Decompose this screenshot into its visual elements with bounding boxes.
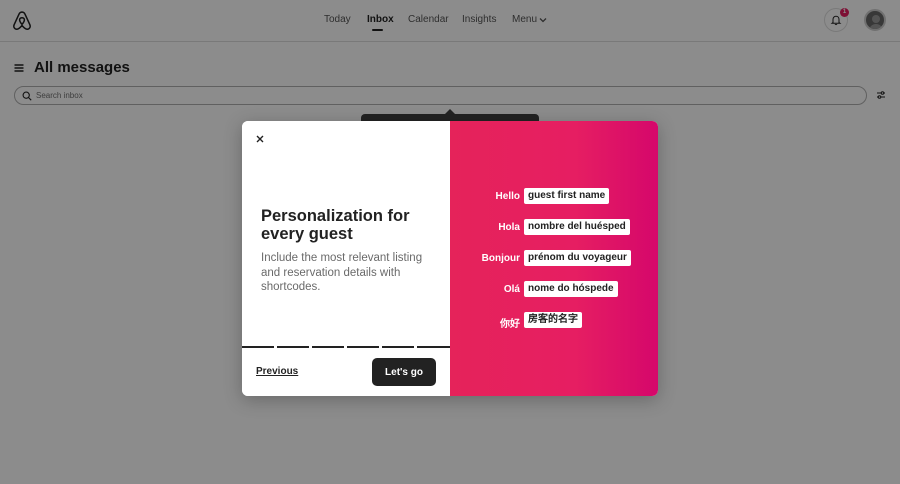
progress-segment [242, 346, 274, 348]
shortcode-chip: prénom du voyageur [524, 250, 631, 266]
shortcode-examples-panel: Hello guest first name Hola nombre del h… [450, 121, 658, 396]
greeting-label: Hello [495, 191, 520, 202]
previous-button[interactable]: Previous [256, 366, 298, 377]
lets-go-button[interactable]: Let's go [372, 358, 436, 386]
step-progress [242, 346, 450, 348]
close-icon[interactable] [254, 133, 266, 145]
greeting-label: 你好 [500, 319, 520, 330]
progress-segment [312, 346, 344, 348]
progress-segment [347, 346, 379, 348]
progress-segment [382, 346, 414, 348]
shortcode-chip: 房客的名字 [524, 312, 582, 328]
progress-segment [417, 346, 450, 348]
shortcode-chip: nome do hóspede [524, 281, 618, 297]
modal-title: Personalization for every guest [261, 207, 410, 243]
progress-segment [277, 346, 309, 348]
shortcode-chip: nombre del huésped [524, 219, 630, 235]
greeting-label: Hola [498, 222, 520, 233]
shortcode-chip: guest first name [524, 188, 610, 204]
greeting-label: Bonjour [481, 253, 520, 264]
modal-description: Include the most relevant listing and re… [261, 252, 423, 293]
modal-content-panel: Personalization for every guest Include … [242, 121, 450, 396]
onboarding-modal: Personalization for every guest Include … [242, 121, 658, 396]
greeting-label: Olá [503, 284, 520, 295]
